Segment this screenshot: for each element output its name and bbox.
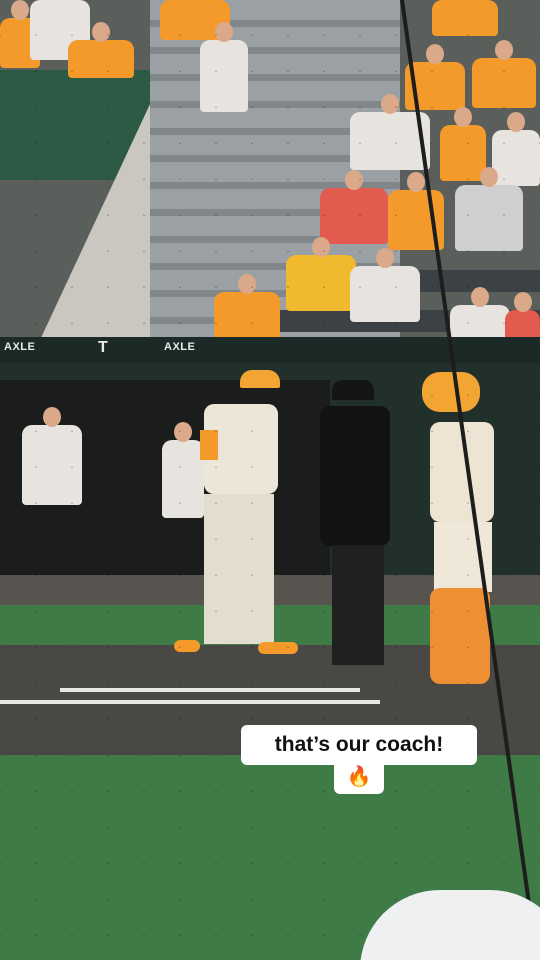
- fan: [214, 274, 280, 342]
- fan: [455, 167, 523, 251]
- coach-shoe: [174, 640, 200, 652]
- dugout-person: [22, 407, 82, 505]
- fan: [68, 22, 134, 78]
- fan: [320, 170, 388, 244]
- sponsor-left: AXLE: [4, 341, 36, 353]
- fan: [472, 40, 536, 108]
- umpire-cap: [332, 380, 374, 400]
- coach-pants: [204, 494, 274, 644]
- coach-shoe: [258, 642, 298, 654]
- batters-box-line: [60, 688, 360, 692]
- sponsor-band: [0, 337, 540, 363]
- fan: [440, 107, 486, 181]
- fan: [286, 237, 356, 311]
- fan: [200, 22, 248, 112]
- caption-emoji: 🔥: [346, 765, 372, 788]
- fire-icon: 🔥: [334, 758, 384, 794]
- photo-scene: AXLE T AXLE: [0, 0, 540, 960]
- batters-box-line: [0, 700, 380, 704]
- catcher-helmet: [422, 372, 480, 412]
- umpire-shirt: [320, 406, 390, 546]
- sponsor-right: AXLE: [164, 341, 196, 353]
- caption-text: that’s our coach!: [274, 733, 444, 756]
- umpire: [310, 380, 390, 670]
- fan: [492, 112, 540, 186]
- coach: [174, 370, 298, 660]
- coach-sleeve: [200, 430, 218, 460]
- team-logo: T: [98, 339, 109, 356]
- catcher: [412, 372, 502, 692]
- fan: [432, 0, 498, 36]
- coach-cap: [240, 370, 280, 388]
- catcher-shin-guards: [430, 588, 490, 684]
- umpire-pants: [332, 545, 384, 665]
- fan: [350, 248, 420, 322]
